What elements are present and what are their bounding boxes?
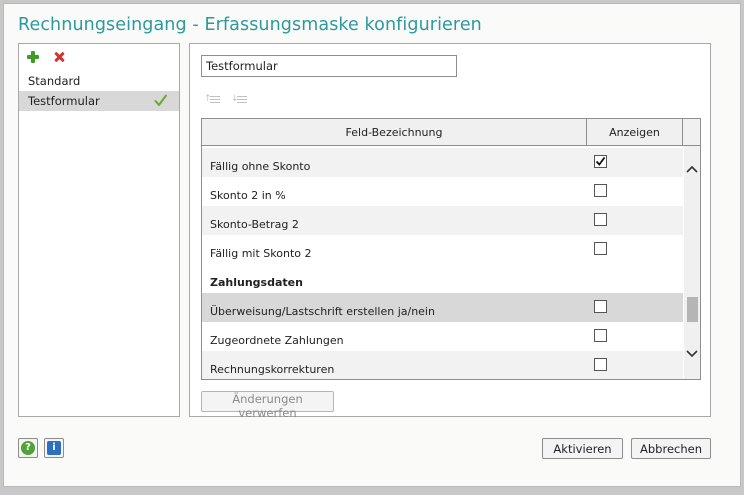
- show-checkbox[interactable]: [594, 242, 607, 255]
- group-label: Zahlungsdaten: [210, 276, 303, 289]
- move-toolbar: ↑ ↓: [204, 94, 248, 106]
- dialog-title: Rechnungseingang - Erfassungsmaske konfi…: [18, 15, 482, 35]
- field-grid: Feld-Bezeichnung Anzeigen Fällig ohne Sk…: [201, 118, 701, 380]
- chevron-up-icon[interactable]: [686, 164, 698, 174]
- cancel-button[interactable]: Abbrechen: [631, 438, 711, 459]
- field-label: Fällig ohne Skonto: [210, 160, 311, 173]
- check-icon: [154, 94, 167, 106]
- info-icon: i: [47, 441, 61, 455]
- chevron-down-icon[interactable]: [686, 349, 698, 359]
- form-list: Standard Testformular: [19, 71, 179, 111]
- show-checkbox[interactable]: [594, 184, 607, 197]
- column-header-show[interactable]: Anzeigen: [587, 119, 683, 146]
- grid-row[interactable]: Fällig mit Skonto 2: [202, 235, 683, 264]
- grid-row[interactable]: Skonto-Betrag 2: [202, 206, 683, 235]
- form-item-label: Standard: [28, 74, 81, 88]
- form-editor-panel: ↑ ↓ Feld-Bezeichnung Anzeigen Fällig ohn…: [189, 43, 711, 420]
- move-down-icon[interactable]: ↓: [231, 94, 248, 106]
- info-button[interactable]: i: [44, 438, 64, 458]
- form-item-testformular[interactable]: Testformular: [19, 91, 179, 111]
- form-list-panel: Standard Testformular: [18, 43, 180, 417]
- form-name-input[interactable]: [201, 55, 457, 77]
- show-checkbox[interactable]: [594, 358, 607, 371]
- field-label: Rechnungskorrekturen: [210, 363, 335, 376]
- activate-button[interactable]: Aktivieren: [542, 438, 623, 459]
- grid-group-row: Zahlungsdaten: [202, 264, 683, 293]
- show-checkbox[interactable]: [594, 329, 607, 342]
- form-item-standard[interactable]: Standard: [19, 71, 179, 91]
- configure-form-dialog: Rechnungseingang - Erfassungsmaske konfi…: [3, 3, 741, 487]
- grid-row[interactable]: Zugeordnete Zahlungen: [202, 322, 683, 351]
- grid-row[interactable]: Rechnungskorrekturen: [202, 351, 683, 379]
- checkmark-icon: [595, 156, 606, 166]
- delete-icon[interactable]: [51, 49, 67, 65]
- show-checkbox[interactable]: [594, 155, 607, 168]
- move-up-icon[interactable]: ↑: [204, 94, 221, 106]
- field-label: Skonto 2 in %: [210, 189, 286, 202]
- grid-row[interactable]: Skonto 2 in %: [202, 177, 683, 206]
- column-header-field[interactable]: Feld-Bezeichnung: [202, 119, 587, 146]
- show-checkbox[interactable]: [594, 213, 607, 226]
- form-list-toolbar: [25, 49, 67, 65]
- help-button[interactable]: ?: [18, 438, 38, 458]
- grid-scrollbar[interactable]: [684, 146, 700, 379]
- scrollbar-thumb[interactable]: [687, 297, 698, 322]
- field-label: Skonto-Betrag 2: [210, 218, 299, 231]
- plus-icon[interactable]: [25, 49, 41, 65]
- grid-row[interactable]: Überweisung/Lastschrift erstellen ja/nei…: [202, 293, 683, 322]
- show-checkbox[interactable]: [594, 300, 607, 313]
- form-item-label: Testformular: [28, 94, 100, 108]
- discard-changes-button[interactable]: Änderungen verwerfen: [201, 391, 334, 420]
- field-label: Zugeordnete Zahlungen: [210, 334, 344, 347]
- grid-body: Fällig ohne Skonto Skonto 2 in % Skonto-…: [202, 146, 683, 379]
- grid-row[interactable]: Fällig ohne Skonto: [202, 148, 683, 177]
- help-icon: ?: [21, 441, 35, 455]
- grid-header: Feld-Bezeichnung Anzeigen: [202, 119, 700, 146]
- field-label: Fällig mit Skonto 2: [210, 247, 312, 260]
- field-label: Überweisung/Lastschrift erstellen ja/nei…: [210, 305, 435, 318]
